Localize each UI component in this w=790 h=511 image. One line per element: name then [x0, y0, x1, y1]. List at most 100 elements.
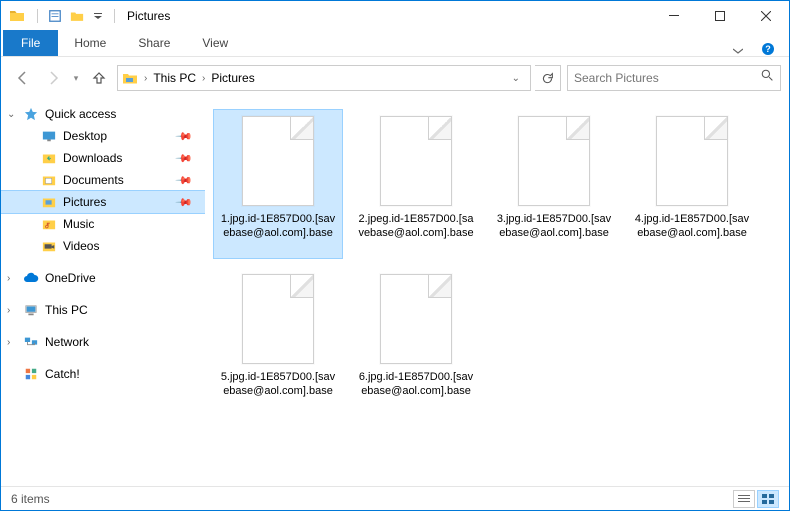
ribbon-expand-icon[interactable] [723, 46, 753, 56]
sidebar-label: Videos [63, 239, 99, 253]
chevron-right-icon[interactable]: › [7, 337, 10, 348]
search-icon[interactable] [761, 69, 774, 87]
desktop-icon [41, 128, 57, 144]
pin-icon: 📌 [175, 149, 194, 168]
file-thumbnail-icon [380, 116, 452, 206]
navigation-pane: ⌄ Quick access Desktop📌 Downloads📌 Docum… [1, 99, 205, 483]
downloads-icon [41, 150, 57, 166]
file-name: 1.jpg.id-1E857D00.[savebase@aol.com].bas… [218, 212, 338, 241]
sidebar-label: Pictures [63, 195, 106, 209]
file-thumbnail-icon [518, 116, 590, 206]
tab-home[interactable]: Home [58, 30, 122, 56]
chevron-down-icon[interactable]: ⌄ [7, 109, 15, 120]
file-view[interactable]: 1.jpg.id-1E857D00.[savebase@aol.com].bas… [205, 99, 789, 483]
window-title: Pictures [127, 9, 170, 23]
address-bar[interactable]: › This PC › Pictures ⌄ [117, 65, 531, 91]
file-name: 5.jpg.id-1E857D00.[savebase@aol.com].bas… [218, 370, 338, 399]
help-icon[interactable]: ? [753, 42, 783, 56]
qat-newfolder-icon[interactable] [69, 8, 85, 24]
main-area: ⌄ Quick access Desktop📌 Downloads📌 Docum… [1, 99, 789, 483]
sidebar-thispc[interactable]: › This PC [1, 299, 205, 321]
window-controls [651, 1, 789, 31]
sidebar-network[interactable]: › Network [1, 331, 205, 353]
divider [114, 9, 115, 23]
refresh-button[interactable] [535, 65, 561, 91]
icons-view-button[interactable] [757, 490, 779, 508]
navigation-bar: ▾ › This PC › Pictures ⌄ [1, 57, 789, 99]
chevron-right-icon[interactable]: › [7, 305, 10, 316]
sidebar-label: Downloads [63, 151, 122, 165]
sidebar-catch[interactable]: Catch! [1, 363, 205, 385]
file-thumbnail-icon [656, 116, 728, 206]
address-dropdown-icon[interactable]: ⌄ [506, 73, 526, 84]
network-icon [23, 334, 39, 350]
ribbon-tabs: File Home Share View ? [1, 31, 789, 57]
chevron-right-icon[interactable]: › [142, 73, 149, 84]
qat-dropdown-icon[interactable] [92, 1, 104, 31]
pc-icon [23, 302, 39, 318]
tab-share[interactable]: Share [122, 30, 186, 56]
breadcrumb-current[interactable]: Pictures [207, 71, 258, 85]
sidebar-label: This PC [45, 303, 88, 317]
file-name: 4.jpg.id-1E857D00.[savebase@aol.com].bas… [632, 212, 752, 241]
status-bar: 6 items [1, 486, 789, 510]
divider [37, 9, 38, 23]
chevron-right-icon[interactable]: › [7, 273, 10, 284]
svg-text:?: ? [765, 44, 771, 54]
file-item[interactable]: 3.jpg.id-1E857D00.[savebase@aol.com].bas… [489, 109, 619, 259]
address-folder-icon [122, 70, 138, 86]
maximize-button[interactable] [697, 1, 743, 31]
file-thumbnail-icon [242, 116, 314, 206]
details-view-button[interactable] [733, 490, 755, 508]
file-thumbnail-icon [242, 274, 314, 364]
sidebar-label: Documents [63, 173, 124, 187]
sidebar-label: Music [63, 217, 94, 231]
search-box[interactable] [567, 65, 781, 91]
sidebar-item-documents[interactable]: Documents 📌 [1, 169, 205, 191]
star-icon [23, 106, 39, 122]
documents-icon [41, 172, 57, 188]
sidebar-label: OneDrive [45, 271, 96, 285]
chevron-right-icon[interactable]: › [200, 73, 207, 84]
minimize-button[interactable] [651, 1, 697, 31]
tab-file[interactable]: File [3, 30, 58, 56]
close-button[interactable] [743, 1, 789, 31]
sidebar-label: Network [45, 335, 89, 349]
file-item[interactable]: 5.jpg.id-1E857D00.[savebase@aol.com].bas… [213, 267, 343, 417]
sidebar-quick-access[interactable]: ⌄ Quick access [1, 103, 205, 125]
history-dropdown-icon[interactable]: ▾ [69, 64, 83, 92]
qat-properties-icon[interactable] [47, 8, 63, 24]
file-thumbnail-icon [380, 274, 452, 364]
pin-icon: 📌 [175, 171, 194, 190]
file-name: 6.jpg.id-1E857D00.[savebase@aol.com].bas… [356, 370, 476, 399]
breadcrumb-thispc[interactable]: This PC [149, 71, 200, 85]
file-item[interactable]: 4.jpg.id-1E857D00.[savebase@aol.com].bas… [627, 109, 757, 259]
file-name: 2.jpeg.id-1E857D00.[savebase@aol.com].ba… [356, 212, 476, 241]
up-button[interactable] [85, 64, 113, 92]
sidebar-label: Quick access [45, 107, 116, 121]
sidebar-label: Desktop [63, 129, 107, 143]
sidebar-label: Catch! [45, 367, 80, 381]
window-folder-icon [9, 8, 25, 24]
sidebar-item-desktop[interactable]: Desktop📌 [1, 125, 205, 147]
cloud-icon [23, 270, 39, 286]
file-name: 3.jpg.id-1E857D00.[savebase@aol.com].bas… [494, 212, 614, 241]
videos-icon [41, 238, 57, 254]
sidebar-item-videos[interactable]: Videos [1, 235, 205, 257]
search-input[interactable] [574, 71, 761, 85]
pictures-icon [41, 194, 57, 210]
file-item[interactable]: 1.jpg.id-1E857D00.[savebase@aol.com].bas… [213, 109, 343, 259]
pin-icon: 📌 [175, 193, 194, 212]
file-item[interactable]: 6.jpg.id-1E857D00.[savebase@aol.com].bas… [351, 267, 481, 417]
forward-button[interactable] [39, 64, 67, 92]
title-bar: Pictures [1, 1, 789, 31]
file-item[interactable]: 2.jpeg.id-1E857D00.[savebase@aol.com].ba… [351, 109, 481, 259]
sidebar-item-downloads[interactable]: Downloads 📌 [1, 147, 205, 169]
sidebar-onedrive[interactable]: › OneDrive [1, 267, 205, 289]
tab-view[interactable]: View [186, 30, 244, 56]
catch-icon [23, 366, 39, 382]
item-count: 6 items [11, 492, 50, 506]
sidebar-item-music[interactable]: Music [1, 213, 205, 235]
sidebar-item-pictures[interactable]: Pictures 📌 [1, 191, 205, 213]
back-button[interactable] [9, 64, 37, 92]
